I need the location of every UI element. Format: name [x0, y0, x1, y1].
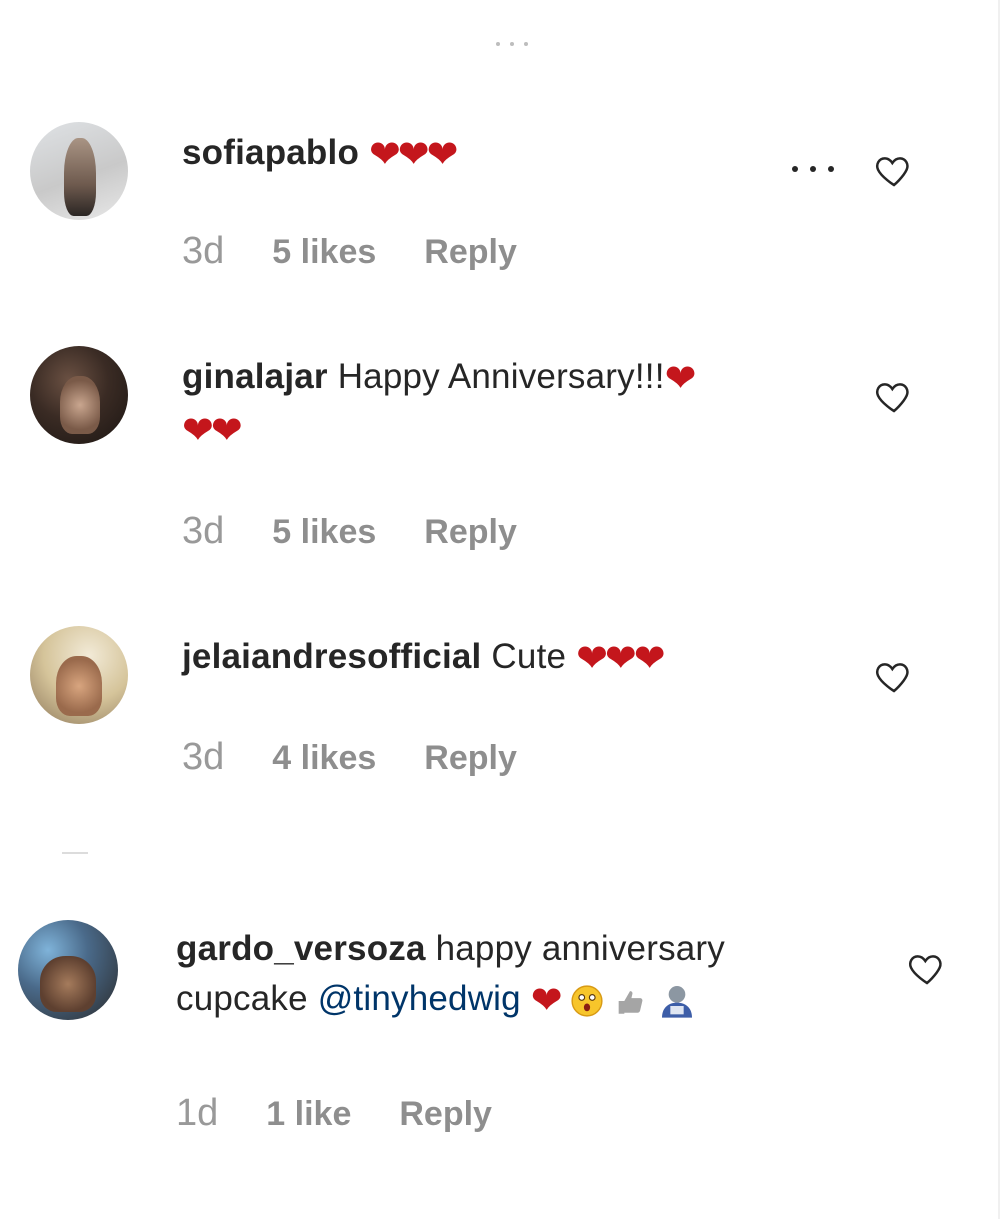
comment-likes[interactable]: 1 like	[266, 1095, 351, 1133]
comment-time[interactable]: 3d	[182, 230, 224, 272]
heart-emoji: ❤	[530, 979, 563, 1022]
comment-text: sofiapablo ❤❤❤	[182, 128, 459, 180]
reply-button[interactable]: Reply	[424, 739, 517, 777]
comment-time[interactable]: 3d	[182, 736, 224, 778]
comment-meta: 3d 5 likes Reply	[182, 510, 517, 553]
thumbs-up-emoji	[619, 990, 643, 1014]
comment-likes[interactable]: 5 likes	[272, 233, 376, 271]
heart-emoji: ❤❤❤	[368, 133, 459, 176]
comment-body: cupcake	[176, 979, 308, 1018]
comment-username[interactable]: jelaiandresofficial	[182, 637, 481, 676]
heart-outline-icon[interactable]	[873, 150, 915, 190]
more-options-icon[interactable]	[790, 164, 836, 174]
heart-emoji: ❤	[664, 357, 697, 400]
heart-outline-icon[interactable]	[873, 656, 915, 696]
comment-meta: 3d 5 likes Reply	[182, 230, 517, 273]
comment-time[interactable]: 3d	[182, 510, 224, 552]
avatar[interactable]	[30, 626, 128, 724]
reply-button[interactable]: Reply	[424, 513, 517, 551]
loading-dots-icon	[492, 36, 532, 52]
comment-likes[interactable]: 4 likes	[272, 739, 376, 777]
comment-body: Cute	[491, 637, 567, 676]
reply-button[interactable]: Reply	[424, 233, 517, 271]
avatar[interactable]	[30, 122, 128, 220]
section-divider	[62, 852, 88, 854]
reply-button[interactable]: Reply	[399, 1095, 492, 1133]
comment-text: jelaiandresofficial Cute ❤❤❤	[182, 632, 666, 684]
comment-body: happy anniversary	[435, 929, 725, 968]
comment-meta: 3d 4 likes Reply	[182, 736, 517, 779]
avatar[interactable]	[18, 920, 118, 1020]
comment-username[interactable]: ginalajar	[182, 357, 328, 396]
heart-emoji: ❤❤	[182, 409, 243, 452]
user-mention-link[interactable]: @tinyhedwig	[318, 979, 521, 1018]
comment-body: Happy Anniversary!!!	[337, 357, 665, 396]
person-emoji	[662, 985, 693, 1018]
comment-time[interactable]: 1d	[176, 1092, 218, 1134]
heart-emoji: ❤❤❤	[576, 637, 666, 680]
comment-username[interactable]: gardo_versoza	[176, 929, 426, 968]
heart-outline-icon[interactable]	[873, 376, 915, 416]
comment-likes[interactable]: 5 likes	[272, 513, 376, 551]
comment-username[interactable]: sofiapablo	[182, 133, 359, 172]
astonished-face-emoji	[570, 985, 603, 1017]
avatar[interactable]	[30, 346, 128, 444]
comment-text: ginalajar Happy Anniversary!!!❤ ❤❤	[182, 352, 697, 456]
comment-text: gardo_versoza happy anniversary cupcake …	[176, 924, 876, 1026]
comment-meta: 1d 1 like Reply	[176, 1092, 492, 1135]
heart-outline-icon[interactable]	[906, 948, 948, 988]
